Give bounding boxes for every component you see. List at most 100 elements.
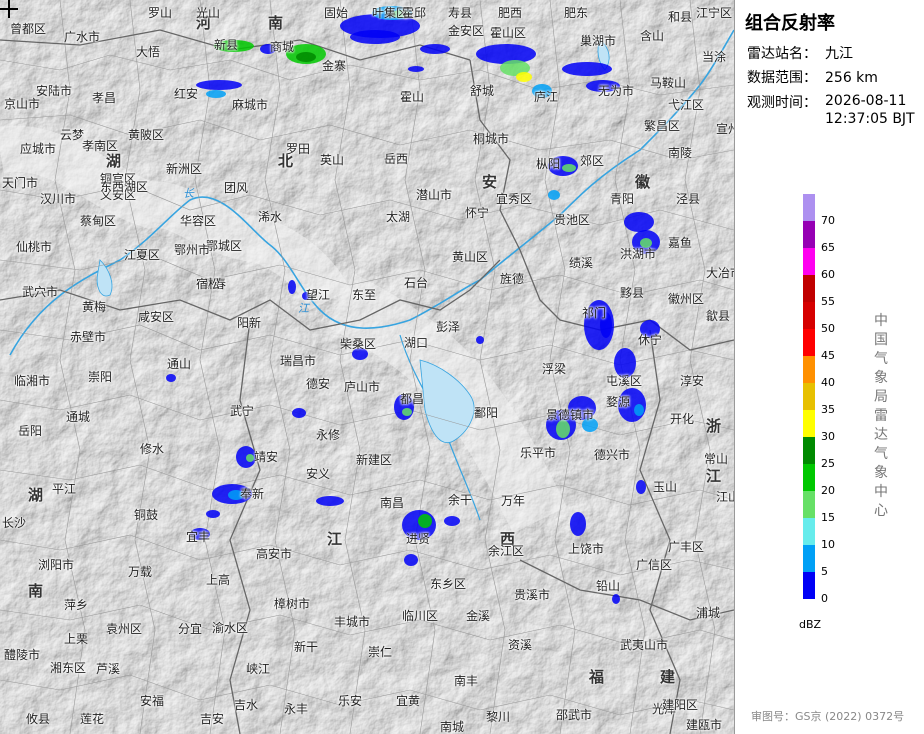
city-label: 江宁区 <box>696 6 733 20</box>
city-label: 武夷山市 <box>620 638 669 652</box>
city-label: 马鞍山 <box>650 76 687 90</box>
reflectivity-echo <box>548 190 560 200</box>
city-label: 霍山 <box>400 90 425 104</box>
city-label: 金寨 <box>322 59 347 73</box>
city-label: 彭泽 <box>436 320 461 334</box>
city-label: 宣州区 <box>716 122 734 136</box>
city-label: 南城 <box>440 720 465 734</box>
city-label: 邵武市 <box>556 708 593 722</box>
city-label: 江山市 <box>716 490 734 504</box>
city-label: 万载 <box>128 565 153 579</box>
city-label: 淳安 <box>680 374 705 388</box>
city-label: 鄂城区 <box>206 239 243 253</box>
city-label: 广丰区 <box>668 540 705 554</box>
city-label: 广信区 <box>636 558 673 572</box>
city-label: 固始 <box>324 6 349 20</box>
city-label: 当涂 <box>702 50 727 64</box>
city-label: 和县 <box>668 10 693 24</box>
city-label: 丰城市 <box>334 615 371 629</box>
reflectivity-echo <box>420 44 450 54</box>
province-label: 建 <box>660 668 676 686</box>
radar-station-marker[interactable] <box>0 0 18 18</box>
city-label: 通城 <box>66 410 91 424</box>
city-label: 太湖 <box>386 210 411 224</box>
city-label: 建阳区 <box>662 698 699 712</box>
city-label: 莲花 <box>80 712 105 726</box>
city-label: 贵溪市 <box>514 588 551 602</box>
legend-tick-label: 15 <box>821 511 835 524</box>
province-label: 南 <box>268 14 284 32</box>
city-label: 华容区 <box>180 214 217 228</box>
city-label: 余江区 <box>488 544 525 558</box>
city-label: 樟树市 <box>274 597 311 611</box>
city-label: 洪湖市 <box>620 247 657 261</box>
radar-map[interactable]: 河 南 湖 北 安 徽 湖 南 江 西 浙 江 福 建 长 江 曾都区 罗山 光山固… <box>0 0 734 734</box>
city-label: 霍山区 <box>490 26 527 40</box>
city-label: 天门市 <box>2 176 39 190</box>
city-label: 江夏区 <box>124 248 161 262</box>
observation-time: 2026-08-11 12:37:05 BJT <box>825 92 915 128</box>
city-label: 麻城市 <box>232 98 269 112</box>
city-label: 宜秀区 <box>496 192 533 206</box>
city-label: 孝昌 <box>92 91 117 105</box>
city-label: 铅山 <box>596 579 621 593</box>
city-label: 德安 <box>306 377 331 391</box>
legend-swatch <box>803 221 815 248</box>
city-label: 肥西 <box>498 6 523 20</box>
province-label: 徽 <box>635 173 651 191</box>
city-label: 宜丰 <box>186 530 211 544</box>
city-label: 云梦 <box>60 128 85 142</box>
city-label: 吉水 <box>234 698 259 712</box>
city-label: 咸安区 <box>138 310 175 324</box>
city-label: 东西湖区 <box>100 180 149 194</box>
city-label: 东乡区 <box>430 577 467 591</box>
city-label: 赤壁市 <box>70 330 107 344</box>
reflectivity-echo <box>636 480 646 494</box>
city-label: 靖安 <box>254 450 279 464</box>
city-label: 阳新 <box>237 316 262 330</box>
legend-tick-label: 5 <box>821 565 828 578</box>
reflectivity-echo <box>418 514 432 528</box>
city-label: 大悟 <box>136 45 161 59</box>
city-label: 景德镇市 <box>546 408 595 422</box>
reflectivity-echo <box>516 72 532 82</box>
city-label: 铜鼓 <box>134 508 159 522</box>
reflectivity-echo <box>296 52 316 62</box>
city-label: 宿松 <box>196 277 221 291</box>
reflectivity-echo <box>476 336 484 344</box>
city-label: 芦溪 <box>96 662 121 676</box>
city-label: 岳西 <box>384 152 409 166</box>
city-label: 寿县 <box>448 6 473 20</box>
reflectivity-echo <box>634 404 644 416</box>
reflectivity-echo <box>166 374 176 382</box>
city-label: 永丰 <box>284 702 309 716</box>
city-label: 嘉鱼 <box>668 236 693 250</box>
city-label: 资溪 <box>508 638 533 652</box>
city-label: 浮梁 <box>542 362 567 376</box>
legend-swatch <box>803 518 815 545</box>
city-label: 郊区 <box>580 154 605 168</box>
reflectivity-echo <box>316 496 344 506</box>
province-label: 江 <box>706 467 722 485</box>
city-label: 武宁 <box>230 404 255 418</box>
reflectivity-echo <box>206 510 220 518</box>
reflectivity-echo <box>562 164 576 172</box>
river-label: 长 <box>183 187 194 200</box>
city-label: 玉山 <box>653 480 678 494</box>
legend-unit: dBZ <box>799 618 822 631</box>
city-label: 汉川市 <box>40 192 77 206</box>
time-label: 观测时间： <box>747 95 817 111</box>
city-label: 攸县 <box>26 712 51 726</box>
city-label: 金溪 <box>466 609 491 623</box>
province-label: 福 <box>589 668 605 686</box>
city-label: 弋江区 <box>668 98 705 112</box>
legend-tick-label: 60 <box>821 268 835 281</box>
city-label: 怀宁 <box>465 206 490 220</box>
province-label: 湖 <box>28 486 44 504</box>
city-label: 祁门 <box>582 306 607 320</box>
province-label: 安 <box>482 173 498 191</box>
city-label: 乐平市 <box>520 446 557 460</box>
city-label: 修水 <box>140 442 165 456</box>
city-label: 常山 <box>704 452 729 466</box>
city-label: 余干 <box>448 493 473 507</box>
